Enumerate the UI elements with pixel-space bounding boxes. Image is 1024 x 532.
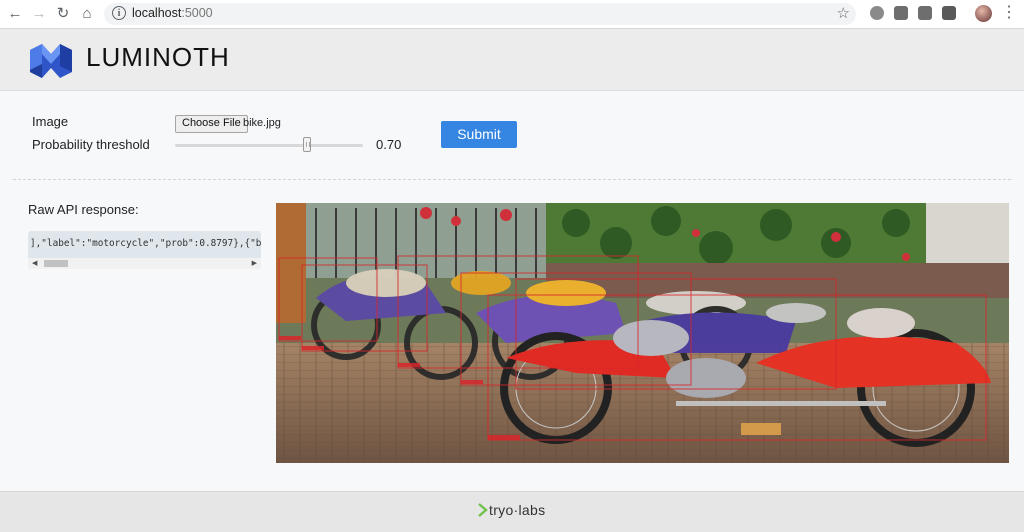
submit-button[interactable]: Submit [441, 121, 517, 148]
slider-thumb[interactable] [302, 137, 311, 152]
threshold-slider[interactable] [175, 137, 363, 153]
home-icon[interactable]: ⌂ [78, 5, 96, 23]
threshold-value: 0.70 [376, 137, 402, 152]
footer-brand[interactable]: tryo·labs [489, 502, 545, 518]
pocket-icon[interactable] [942, 6, 956, 20]
browser-toolbar: ← → ↻ ⌂ i localhost:5000 ☆ ⋮ [0, 0, 1024, 29]
address-bar[interactable]: i localhost:5000 ☆ [104, 3, 856, 25]
section-divider [13, 179, 1011, 180]
motorcycles-photo [276, 203, 1009, 463]
footer: tryo·labs [0, 491, 1024, 532]
slider-track[interactable] [175, 144, 363, 147]
site-info-icon[interactable]: i [112, 6, 126, 20]
raw-api-text: ],"label":"motorcycle","prob":0.8797},{"… [30, 238, 261, 249]
extension-icon[interactable] [870, 6, 884, 20]
image-label: Image [32, 114, 69, 129]
url-text: localhost:5000 [132, 6, 213, 20]
app-title: LUMINOTH [86, 42, 230, 72]
menu-kebab-icon[interactable]: ⋮ [1001, 4, 1017, 22]
scroll-left-icon[interactable]: ◀ [32, 258, 37, 269]
bookmark-star-icon[interactable]: ☆ [837, 4, 850, 22]
forward-icon[interactable]: → [30, 5, 48, 23]
selected-file-name: bike.jpg [243, 117, 281, 129]
back-icon[interactable]: ← [6, 5, 24, 23]
horizontal-scrollbar[interactable]: ◀ ▶ [28, 258, 261, 269]
extension-icon[interactable] [918, 6, 932, 20]
scroll-right-icon[interactable]: ▶ [252, 258, 257, 269]
scrollbar-thumb[interactable] [44, 260, 68, 267]
extension-icon[interactable] [894, 6, 908, 20]
raw-api-title: Raw API response: [28, 202, 139, 217]
threshold-label: Probability threshold [32, 137, 150, 152]
raw-api-response-box[interactable]: ],"label":"motorcycle","prob":0.8797},{"… [28, 231, 261, 269]
luminoth-logo-icon [30, 44, 72, 78]
tryolabs-logo-icon [478, 503, 488, 517]
profile-avatar[interactable] [975, 5, 992, 22]
reload-icon[interactable]: ↻ [54, 5, 72, 23]
choose-file-button[interactable]: Choose File [175, 115, 248, 133]
detection-result-image [276, 203, 1009, 463]
